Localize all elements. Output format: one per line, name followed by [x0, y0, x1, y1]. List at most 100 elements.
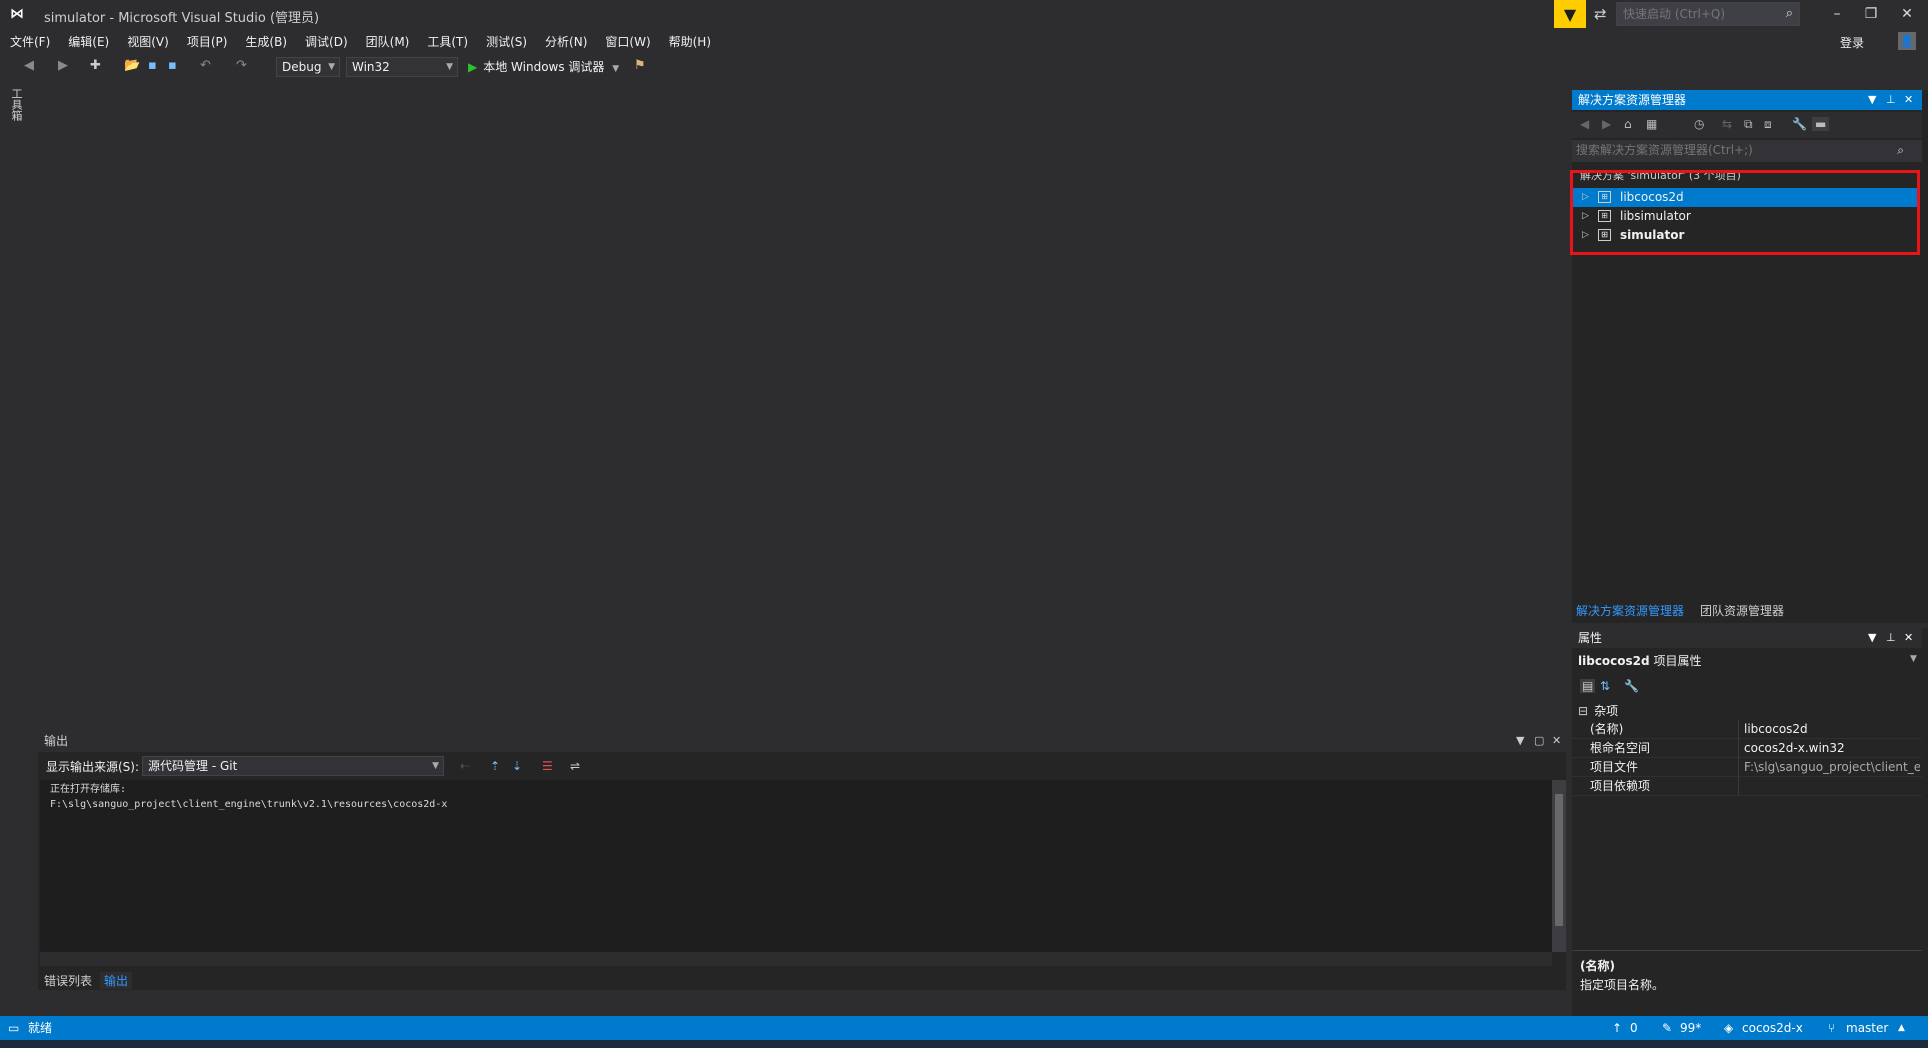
collapse-icon[interactable]: ⊟ — [1578, 704, 1588, 718]
maximize-icon[interactable]: ▢ — [1534, 730, 1544, 752]
feedback-icon[interactable]: ⇄ — [1594, 5, 1607, 23]
pending-changes-icon[interactable]: ◷ — [1694, 117, 1704, 131]
go-to-line-icon[interactable]: ⇠ — [460, 759, 470, 773]
expand-arrow-icon[interactable]: ▷ — [1582, 188, 1589, 207]
branch-name[interactable]: master — [1846, 1016, 1888, 1040]
properties-object-selector[interactable]: libcocos2d 项目属性 ▼ — [1578, 652, 1917, 669]
property-value[interactable]: libcocos2d — [1744, 720, 1920, 739]
tab-output[interactable]: 输出 — [100, 972, 133, 989]
tab-solution-explorer[interactable]: 解决方案资源管理器 — [1576, 602, 1684, 619]
attach-process-icon[interactable]: ⚑ — [634, 58, 646, 73]
category-header[interactable]: ⊟ 杂项 — [1578, 702, 1618, 719]
previous-message-icon[interactable]: ⇡ — [490, 759, 500, 773]
menu-file[interactable]: 文件(F) — [0, 30, 58, 52]
minimize-button[interactable]: – — [1822, 2, 1852, 26]
expand-arrow-icon[interactable]: ▷ — [1582, 207, 1589, 226]
horizontal-scrollbar[interactable] — [40, 952, 1552, 966]
login-link[interactable]: 登录 — [1840, 34, 1864, 51]
forward-icon[interactable]: ▶ — [58, 58, 68, 73]
tree-item-libsimulator[interactable]: ▷ ⊞ libsimulator — [1572, 207, 1918, 226]
platform-select[interactable]: Win32 ▼ — [346, 57, 458, 77]
os-taskbar — [0, 1040, 1928, 1048]
pending-changes-count[interactable]: 99* — [1680, 1016, 1701, 1040]
vertical-scrollbar[interactable] — [1552, 780, 1566, 952]
forward-icon[interactable]: ▶ — [1602, 117, 1611, 131]
save-icon[interactable]: ▪ — [148, 58, 157, 73]
expand-arrow-icon[interactable]: ▷ — [1582, 226, 1589, 245]
property-row[interactable]: (名称) libcocos2d — [1572, 720, 1922, 739]
save-all-icon[interactable]: ▪ — [168, 58, 177, 73]
repo-name[interactable]: cocos2d-x — [1742, 1016, 1803, 1040]
redo-icon[interactable]: ↷ — [236, 58, 247, 73]
menu-window[interactable]: 窗口(W) — [595, 30, 658, 52]
pin-icon[interactable]: ⊥ — [1886, 90, 1896, 110]
menu-team[interactable]: 团队(M) — [356, 30, 418, 52]
close-icon[interactable]: ✕ — [1904, 628, 1913, 648]
close-icon[interactable]: ✕ — [1904, 90, 1913, 110]
menu-view[interactable]: 视图(V) — [117, 30, 177, 52]
output-header: 输出 ▼ ▢ ✕ — [38, 730, 1566, 752]
preview-selected-icon[interactable]: ▬ — [1812, 117, 1830, 131]
account-icon[interactable]: 👤 — [1898, 32, 1916, 50]
output-source-select[interactable]: 源代码管理 - Git ▼ — [142, 756, 444, 776]
chevron-down-icon[interactable]: ▼ — [1516, 730, 1524, 752]
menu-help[interactable]: 帮助(H) — [659, 30, 719, 52]
scroll-thumb[interactable] — [1555, 794, 1563, 926]
properties-wrench-icon[interactable]: 🔧 — [1792, 117, 1807, 131]
tab-error-list[interactable]: 错误列表 — [40, 972, 96, 989]
pin-icon[interactable]: ⊥ — [1886, 628, 1896, 648]
property-pages-wrench-icon[interactable]: 🔧 — [1624, 679, 1639, 693]
menu-project[interactable]: 项目(P) — [177, 30, 236, 52]
property-row[interactable]: 项目文件 F:\slg\sanguo_project\client_e — [1572, 758, 1922, 777]
menu-debug[interactable]: 调试(D) — [295, 30, 356, 52]
open-file-icon[interactable]: 📂 — [124, 58, 140, 73]
close-button[interactable]: ✕ — [1892, 2, 1922, 26]
property-row[interactable]: 项目依赖项 — [1572, 777, 1922, 796]
menu-test[interactable]: 测试(S) — [476, 30, 535, 52]
home-icon[interactable]: ⌂ — [1624, 117, 1632, 131]
new-project-icon[interactable]: ✚ — [90, 58, 101, 73]
sync-icon[interactable]: ⇆ — [1722, 117, 1732, 131]
undo-icon[interactable]: ↶ — [200, 58, 211, 73]
close-icon[interactable]: ✕ — [1552, 730, 1561, 752]
show-all-files-icon[interactable]: ⧈ — [1764, 117, 1772, 132]
publish-count[interactable]: 0 — [1630, 1016, 1638, 1040]
menu-build[interactable]: 生成(B) — [235, 30, 295, 52]
sort-alphabetical-icon[interactable]: ⇅ — [1600, 679, 1610, 693]
chevron-up-icon[interactable]: ▲ — [1898, 1016, 1905, 1040]
search-icon[interactable]: ⌕ — [1786, 6, 1793, 21]
collapse-all-icon[interactable]: ⧉ — [1744, 117, 1753, 132]
chevron-down-icon[interactable]: ▼ — [1868, 90, 1876, 110]
quick-launch-input[interactable] — [1617, 3, 1779, 25]
menu-edit[interactable]: 编辑(E) — [58, 30, 117, 52]
solution-search-input[interactable] — [1572, 140, 1880, 160]
menu-analyze[interactable]: 分析(N) — [535, 30, 595, 52]
tree-item-simulator[interactable]: ▷ ⊞ simulator — [1572, 226, 1918, 245]
chevron-down-icon[interactable]: ▼ — [1868, 628, 1876, 648]
output-text-area[interactable]: 正在打开存储库: F:\slg\sanguo_project\client_eng… — [40, 780, 1552, 952]
notification-filter-icon[interactable]: ▼ — [1554, 0, 1586, 28]
tab-team-explorer[interactable]: 团队资源管理器 — [1700, 602, 1784, 619]
search-icon[interactable]: ⌕ — [1897, 143, 1904, 158]
menu-tools[interactable]: 工具(T) — [417, 30, 476, 52]
back-icon[interactable]: ◀ — [1580, 117, 1589, 131]
toolbox-tab[interactable]: 工具箱 — [10, 88, 24, 121]
switch-views-icon[interactable]: ▦ — [1646, 117, 1657, 131]
restore-button[interactable]: ❐ — [1856, 2, 1886, 26]
start-debugging-button[interactable]: ▶ 本地 Windows 调试器 ▼ — [468, 57, 619, 77]
categorized-icon[interactable]: ▤ — [1580, 679, 1596, 693]
tree-item-libcocos2d[interactable]: ▷ ⊞ libcocos2d — [1572, 188, 1918, 207]
solution-root-item[interactable]: 解决方案 'simulator' (3 个项目) — [1580, 172, 1741, 184]
word-wrap-icon[interactable]: ⇌ — [570, 759, 580, 773]
next-message-icon[interactable]: ⇣ — [512, 759, 522, 773]
project-label: libsimulator — [1620, 209, 1691, 223]
property-row[interactable]: 根命名空间 cocos2d-x.win32 — [1572, 739, 1922, 758]
chevron-down-icon[interactable]: ▼ — [1910, 654, 1917, 664]
property-value[interactable]: cocos2d-x.win32 — [1744, 739, 1920, 758]
property-value[interactable]: F:\slg\sanguo_project\client_e — [1744, 758, 1920, 777]
back-icon[interactable]: ◀ — [24, 58, 34, 73]
solution-search-box[interactable]: ⌕ — [1572, 140, 1922, 162]
quick-launch-box[interactable]: ⌕ — [1616, 2, 1800, 26]
clear-all-icon[interactable]: ☰ — [542, 759, 553, 773]
configuration-select[interactable]: Debug ▼ — [276, 57, 340, 77]
